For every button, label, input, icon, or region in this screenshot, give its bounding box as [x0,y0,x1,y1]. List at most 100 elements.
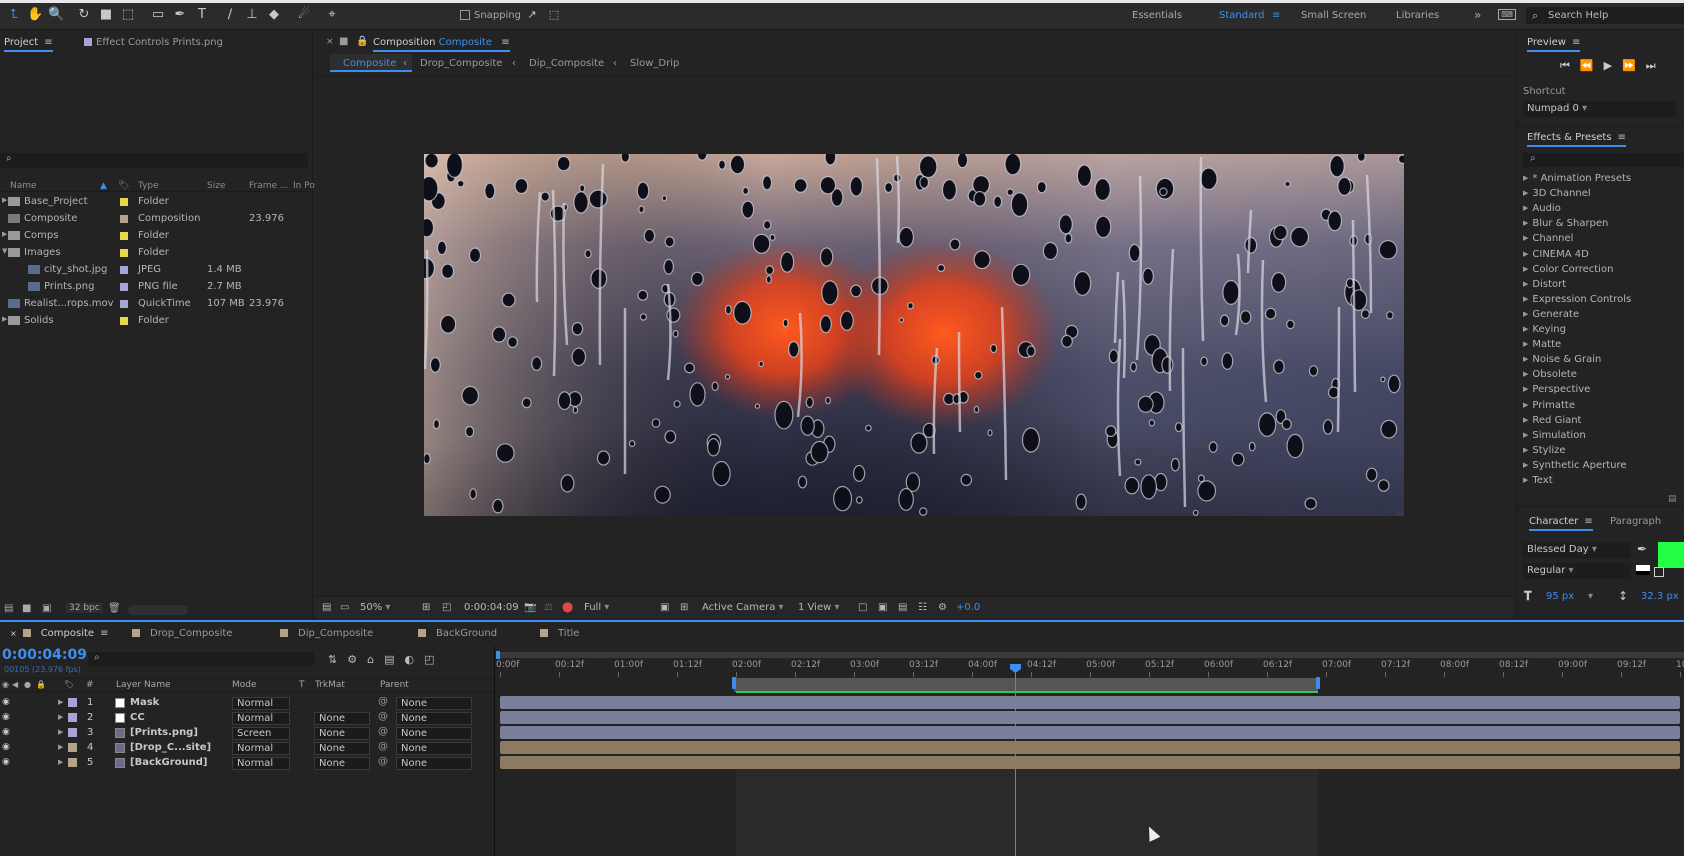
workspace-menu-icon[interactable]: ≡ [1272,10,1280,21]
column-frame-rate[interactable]: Frame ... [249,181,289,191]
effects-category[interactable]: Red Giant [1523,415,1581,426]
layer-name[interactable]: CC [130,712,145,723]
flowchart-icon[interactable]: ☷ [918,602,927,613]
label-swatch[interactable] [120,249,128,257]
layer-duration-bar[interactable] [500,741,1680,754]
effects-category[interactable]: CINEMA 4D [1523,249,1588,260]
view-layout-dropdown[interactable]: 1 View [798,602,839,613]
layer-duration-bar[interactable] [500,696,1680,709]
brush-tool-icon[interactable]: ∕ [222,7,238,23]
layer-duration-bar[interactable] [500,756,1680,769]
fit-icon[interactable]: ⊞ [422,602,430,613]
layer-name[interactable]: [Drop_C...site] [130,742,211,753]
audio-toggle-icon[interactable]: ◀ [12,680,18,689]
column-in-point[interactable]: In Po [293,181,315,191]
current-time-indicator[interactable] [1015,666,1016,856]
font-size-dropdown-icon[interactable]: ▾ [1588,591,1593,602]
timeline-tab[interactable]: Drop_Composite [132,628,232,639]
rotate-tool-icon[interactable]: ↻ [76,7,92,23]
workspace-essentials[interactable]: Essentials [1132,10,1182,21]
parent-dropdown[interactable]: None [396,742,472,755]
layer-row[interactable]: ◉ ▶ 2 CC Normal None @ None [0,710,496,725]
effects-category[interactable]: Perspective [1523,384,1590,395]
pick-whip-icon[interactable]: @ [378,711,388,722]
timeline-tab[interactable]: × Composite ≡ [10,628,108,639]
workspace-libraries[interactable]: Libraries [1396,10,1439,21]
eye-icon[interactable]: ◉ [2,712,10,722]
collapsed-arrow-icon[interactable]: ▶ [2,230,7,238]
breadcrumb-drop-composite[interactable]: Drop_Composite [420,58,502,69]
parent-dropdown[interactable]: None [396,712,472,725]
selection-tool-icon[interactable]: ⮤ [6,7,22,23]
exposure-value[interactable]: +0.0 [956,602,980,613]
effects-category[interactable]: 3D Channel [1523,188,1590,199]
breadcrumb-composite[interactable]: Composite [343,58,396,69]
track-matte-dropdown[interactable]: None [314,742,370,755]
layer-name[interactable]: [Prints.png] [130,727,198,738]
parent-dropdown[interactable]: None [396,727,472,740]
graph-editor-icon[interactable]: ◰ [424,653,444,666]
timeline-tab[interactable]: Dip_Composite [280,628,373,639]
region-of-interest-icon[interactable]: ▣ [660,602,669,613]
pick-whip-icon[interactable]: @ [378,696,388,707]
new-composition-icon[interactable]: ▣ [42,603,51,614]
panel-menu-icon[interactable]: ≡ [501,37,509,48]
column-name[interactable]: Name [10,181,37,191]
layer-name[interactable]: Mask [130,697,159,708]
composition-viewer-image[interactable] [424,154,1404,516]
prev-frame-icon[interactable]: ⏪ [1580,59,1604,72]
column-mode[interactable]: Mode [232,680,257,690]
effects-category[interactable]: Primatte [1523,400,1575,411]
first-frame-icon[interactable]: ⏮ [1560,59,1580,72]
eye-icon[interactable]: ◉ [2,757,10,767]
label-swatch[interactable] [120,317,128,325]
close-tab-icon[interactable]: × [10,629,17,638]
workspace-small-screen[interactable]: Small Screen [1301,10,1366,21]
sort-icon[interactable]: ▲ [100,181,107,191]
shortcut-dropdown[interactable]: Numpad 0 [1523,101,1676,117]
last-frame-icon[interactable]: ⏭ [1646,59,1666,72]
blend-mode-dropdown[interactable]: Screen [232,727,290,740]
search-help-input[interactable]: Search Help [1526,7,1684,24]
work-area-bar[interactable] [734,678,1318,692]
panel-menu-icon[interactable]: ≡ [1584,516,1592,527]
timeline-timecode[interactable]: 0:00:04:09 [2,647,87,663]
leading-value[interactable]: 32.3 px [1641,591,1679,602]
eye-icon[interactable]: ◉ [2,697,10,707]
layer-row[interactable]: ◉ ▶ 4 [Drop_C...site] Normal None @ None [0,740,496,755]
project-item[interactable]: Realist...rops.mov QuickTime 107 MB 23.976 [0,296,290,312]
expand-arrow-icon[interactable]: ▶ [58,743,63,751]
bit-depth-button[interactable]: 32 bpc [66,603,103,613]
type-tool-icon[interactable]: T [194,7,210,23]
shy-icon[interactable]: ⌂ [367,653,384,666]
lock-toggle-icon[interactable]: 🔒 [356,36,368,47]
new-folder-icon[interactable]: ■ [22,603,31,614]
play-icon[interactable]: ▶ [1604,59,1622,72]
no-fill-icon[interactable] [1654,567,1664,577]
layer-duration-bar[interactable] [500,726,1680,739]
black-white-swatch-icon[interactable] [1636,565,1650,575]
effects-category[interactable]: Expression Controls [1523,294,1631,305]
timeline-icon[interactable]: ▤ [898,602,907,613]
layer-row[interactable]: ◉ ▶ 3 [Prints.png] Screen None @ None [0,725,496,740]
eye-icon[interactable]: ◉ [2,742,10,752]
more-workspaces-icon[interactable]: » [1474,8,1481,22]
panel-menu-icon[interactable]: ≡ [1618,132,1626,143]
label-swatch[interactable] [120,283,128,291]
project-item[interactable]: ▶ Base_Project Folder [0,194,290,210]
snap-options-icon[interactable]: ⬚ [546,7,562,23]
track-matte-dropdown[interactable]: None [314,727,370,740]
rectangle-tool-icon[interactable]: ▭ [150,7,166,23]
parent-dropdown[interactable]: None [396,757,472,770]
label-swatch[interactable] [68,713,77,722]
label-swatch[interactable] [120,198,128,206]
draft-3d-icon[interactable]: ⚙ [347,653,367,666]
label-swatch[interactable] [68,698,77,707]
tab-character[interactable]: Character ≡ [1529,516,1593,531]
project-item[interactable]: ▶ Solids Folder [0,313,290,329]
column-layer-name[interactable]: Layer Name [116,680,171,690]
zoom-tool-icon[interactable]: 🔍 [48,7,64,23]
eraser-tool-icon[interactable]: ◆ [266,7,282,23]
project-item[interactable]: city_shot.jpg JPEG 1.4 MB [0,262,290,278]
label-swatch[interactable] [68,758,77,767]
